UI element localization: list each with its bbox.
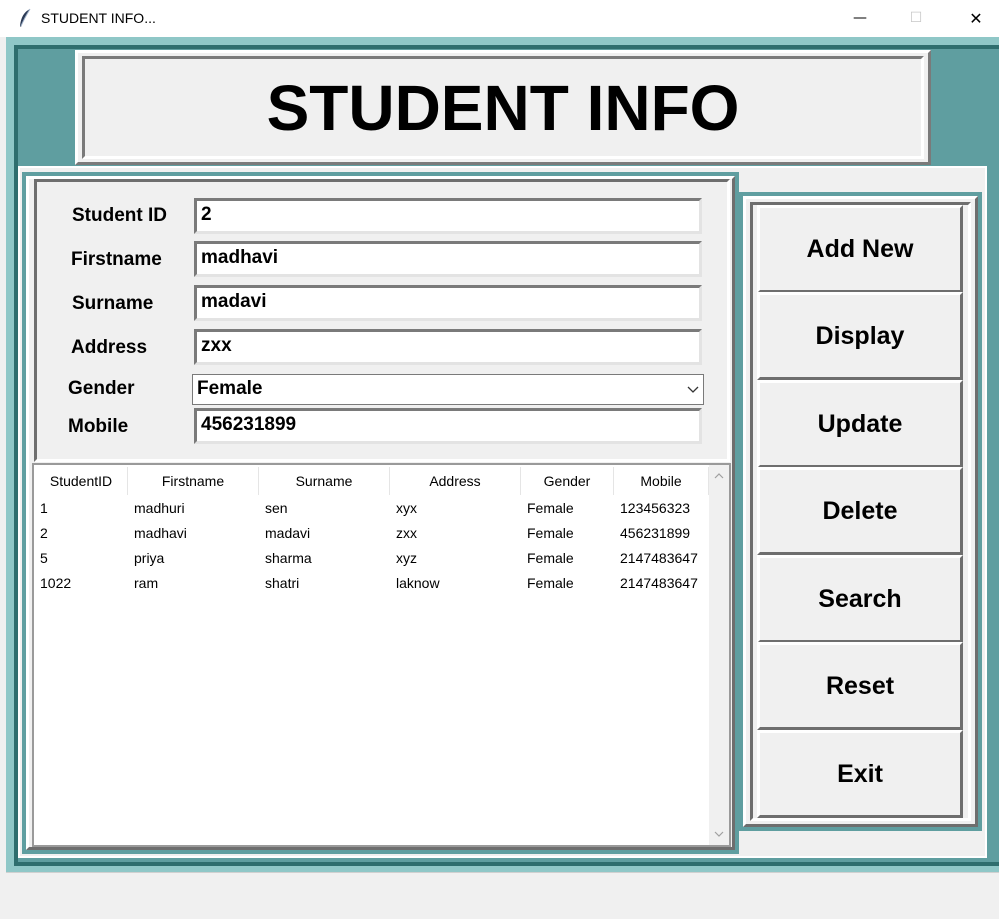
page-title: STUDENT INFO [266,71,740,144]
table-cell: 2147483647 [620,575,698,591]
add-new-button[interactable]: Add New [757,205,963,293]
table-cell: Female [527,525,574,541]
address-label: Address [71,337,148,358]
chevron-up-icon[interactable] [709,465,729,487]
update-button[interactable]: Update [757,380,963,468]
column-header-surname[interactable]: Surname [259,467,390,495]
table-cell: 5 [40,550,48,566]
column-header-studentid[interactable]: StudentID [35,467,128,495]
search-button[interactable]: Search [757,555,963,643]
mobile-input[interactable]: 456231899 [194,408,702,444]
table-cell: 1022 [40,575,72,591]
student-id-input[interactable]: 2 [194,198,702,234]
table-row[interactable]: 2 madhavi madavi zxx Female 456231899 [35,523,709,545]
close-button[interactable]: ✕ [953,0,999,36]
surname-label: Surname [72,293,154,314]
student-table[interactable] [32,463,731,847]
reset-button[interactable]: Reset [757,642,963,730]
table-cell: zxx [396,525,417,541]
table-cell: laknow [396,575,440,591]
minimize-button[interactable]: — [837,0,883,36]
column-header-gender[interactable]: Gender [521,467,614,495]
gender-label: Gender [68,378,135,399]
maximize-button[interactable]: ☐ [893,0,939,36]
gender-selected-value: Female [197,378,263,399]
close-icon: ✕ [969,8,983,28]
display-button[interactable]: Display [757,292,963,380]
table-cell: Female [527,550,574,566]
table-cell: 123456323 [620,500,691,516]
table-cell: xyz [396,550,417,566]
table-cell: shatri [265,575,300,591]
column-header-address[interactable]: Address [390,467,521,495]
window-title: STUDENT INFO... [41,10,156,26]
delete-button[interactable]: Delete [757,467,963,555]
firstname-label: Firstname [71,249,162,270]
column-header-mobile[interactable]: Mobile [614,467,709,495]
chevron-down-icon[interactable] [683,376,703,403]
table-cell: priya [134,550,165,566]
table-cell: madhavi [134,525,187,541]
bottom-area [6,872,999,919]
minimize-icon: — [853,10,867,26]
table-row[interactable]: 1 madhuri sen xyx Female 123456323 [35,498,709,520]
mobile-label: Mobile [68,416,129,437]
table-cell: sharma [265,550,312,566]
table-cell: 456231899 [620,525,691,541]
vertical-scrollbar[interactable] [709,465,729,845]
table-cell: xyx [396,500,417,516]
table-cell: ram [134,575,159,591]
address-input[interactable]: zxx [194,329,702,365]
surname-input[interactable]: madavi [194,285,702,321]
table-cell: Female [527,575,574,591]
table-cell: 1 [40,500,48,516]
feather-icon [18,8,32,28]
table-cell: 2147483647 [620,550,698,566]
table-cell: sen [265,500,288,516]
student-id-label: Student ID [72,205,167,226]
column-header-firstname[interactable]: Firstname [128,467,259,495]
gender-select[interactable]: Female [192,374,704,405]
table-row[interactable]: 5 priya sharma xyz Female 2147483647 [35,548,709,570]
table-cell: madhuri [134,500,185,516]
table-cell: 2 [40,525,48,541]
chevron-down-icon[interactable] [709,823,729,845]
table-cell: madavi [265,525,311,541]
table-cell: Female [527,500,574,516]
table-row[interactable]: 1022 ram shatri laknow Female 2147483647 [35,573,709,595]
firstname-input[interactable]: madhavi [194,241,702,277]
exit-button[interactable]: Exit [757,730,963,818]
maximize-icon: ☐ [909,10,923,26]
